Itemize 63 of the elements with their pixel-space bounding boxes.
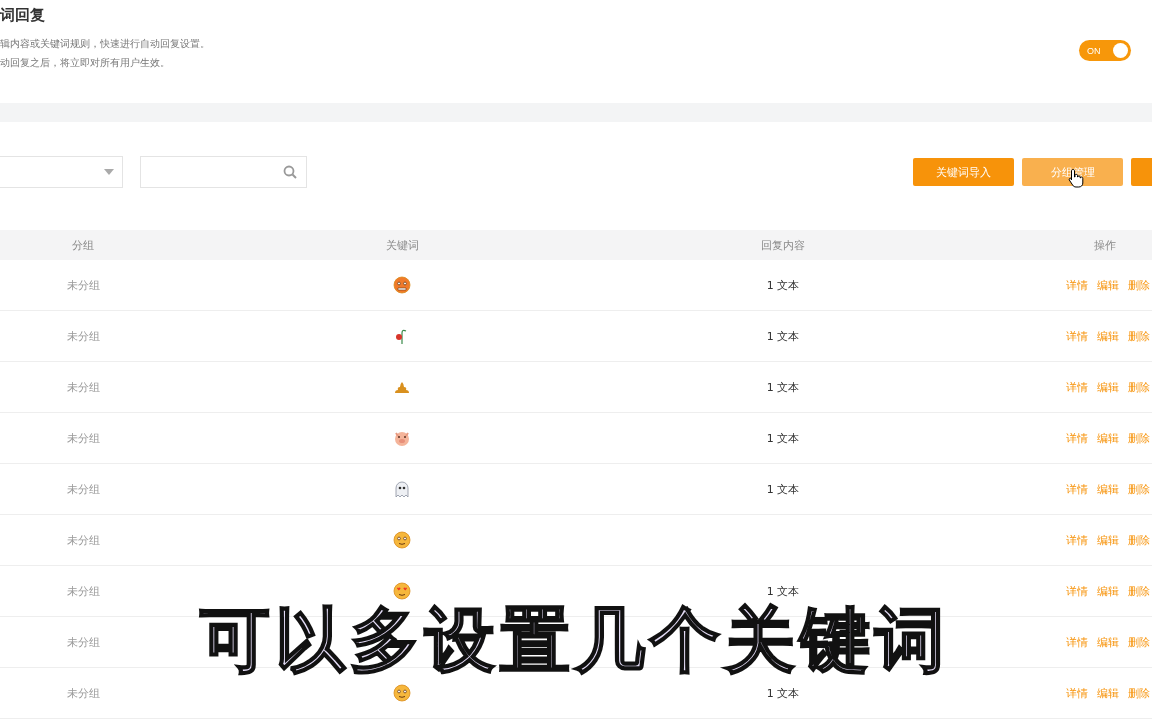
ghost-icon bbox=[393, 480, 411, 498]
action-link[interactable]: 详情 bbox=[1066, 634, 1088, 650]
group-text: 未分组 bbox=[66, 481, 100, 497]
group-text: 未分组 bbox=[66, 685, 100, 701]
action-link[interactable]: 编辑 bbox=[1097, 379, 1119, 395]
reply-text: 1 文本 bbox=[766, 277, 800, 293]
group-text: 未分组 bbox=[66, 328, 100, 344]
column-header: 回复内容 bbox=[760, 237, 806, 253]
action-link[interactable]: 删除 bbox=[1128, 532, 1150, 548]
action-link[interactable]: 编辑 bbox=[1097, 634, 1119, 650]
group-select[interactable] bbox=[0, 156, 123, 188]
action-link[interactable]: 详情 bbox=[1066, 430, 1088, 446]
reply-text: 1 文本 bbox=[766, 481, 800, 497]
action-link[interactable]: 编辑 bbox=[1097, 685, 1119, 701]
action-link[interactable]: 详情 bbox=[1066, 685, 1088, 701]
action-link[interactable]: 删除 bbox=[1128, 277, 1150, 293]
pig-face-icon bbox=[393, 429, 411, 447]
action-link[interactable]: 详情 bbox=[1066, 379, 1088, 395]
action-link[interactable]: 删除 bbox=[1128, 430, 1150, 446]
action-link[interactable]: 删除 bbox=[1128, 685, 1150, 701]
group-text: 未分组 bbox=[66, 532, 100, 548]
group-text: 未分组 bbox=[66, 430, 100, 446]
action-link[interactable]: 编辑 bbox=[1097, 481, 1119, 497]
action-link[interactable]: 详情 bbox=[1066, 532, 1088, 548]
caption-text: 可以多设置几个关键词 bbox=[200, 604, 950, 676]
caret-icon bbox=[104, 169, 114, 175]
group-text: 未分组 bbox=[66, 583, 100, 599]
action-link[interactable]: 编辑 bbox=[1097, 328, 1119, 344]
reply-text: 1 文本 bbox=[766, 328, 800, 344]
reply-text: 1 文本 bbox=[766, 583, 800, 599]
column-header: 关键词 bbox=[384, 237, 420, 253]
column-header: 操作 bbox=[1093, 237, 1117, 253]
toolbar-button[interactable]: 关键词导入 bbox=[913, 158, 1014, 186]
reply-text: 1 文本 bbox=[766, 430, 800, 446]
face-icon bbox=[393, 582, 411, 600]
action-link[interactable]: 详情 bbox=[1066, 583, 1088, 599]
search-field[interactable] bbox=[140, 156, 307, 188]
action-link[interactable]: 详情 bbox=[1066, 328, 1088, 344]
description-text: 辑内容或关键词规则，快速进行自动回复设置。 bbox=[0, 37, 210, 51]
toggle-switch[interactable]: ON bbox=[1079, 40, 1131, 61]
face-icon bbox=[393, 531, 411, 549]
column-header: 分组 bbox=[71, 237, 95, 253]
action-link[interactable]: 删除 bbox=[1128, 634, 1150, 650]
face-icon bbox=[393, 684, 411, 702]
face-icon bbox=[393, 276, 411, 294]
action-link[interactable]: 删除 bbox=[1128, 481, 1150, 497]
description-text: 动回复之后，将立即对所有用户生效。 bbox=[0, 56, 171, 70]
group-text: 未分组 bbox=[66, 277, 100, 293]
action-link[interactable]: 编辑 bbox=[1097, 583, 1119, 599]
action-link[interactable]: 删除 bbox=[1128, 328, 1150, 344]
action-link[interactable]: 详情 bbox=[1066, 481, 1088, 497]
action-link[interactable]: 删除 bbox=[1128, 583, 1150, 599]
group-text: 未分组 bbox=[66, 634, 100, 650]
action-link[interactable]: 编辑 bbox=[1097, 532, 1119, 548]
reply-text: 1 文本 bbox=[766, 685, 800, 701]
action-link[interactable]: 删除 bbox=[1128, 379, 1150, 395]
page-title: 词回复 bbox=[0, 5, 46, 25]
group-text: 未分组 bbox=[66, 379, 100, 395]
reply-text: 1 文本 bbox=[766, 379, 800, 395]
action-link[interactable]: 编辑 bbox=[1097, 430, 1119, 446]
action-link[interactable]: 详情 bbox=[1066, 277, 1088, 293]
action-link[interactable]: 编辑 bbox=[1097, 277, 1119, 293]
search-icon bbox=[283, 165, 297, 179]
